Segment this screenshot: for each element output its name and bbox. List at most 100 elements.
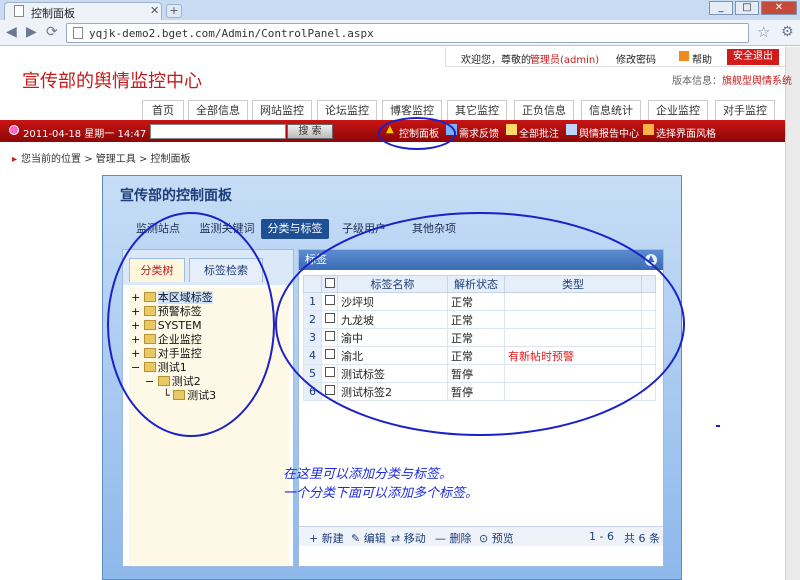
folder-icon [173,390,186,400]
tree-branch-icon: └ [163,389,170,402]
row-checkbox[interactable] [325,331,335,341]
reload-icon[interactable]: ⟳ [46,24,58,40]
tab-monitor-keywords[interactable]: 监测关键词 [196,219,258,239]
new-button[interactable]: + 新建 [309,530,344,546]
nav-pos-neg-info[interactable]: 正负信息 [514,100,574,120]
tree-node[interactable]: + 对手监控 [131,347,202,361]
forward-icon[interactable]: ▶ [26,24,37,40]
move-button[interactable]: ⇄ 移动 [391,530,426,546]
row-number: 6 [303,382,322,401]
row-checkbox[interactable] [325,349,335,359]
type-cell [504,364,642,383]
search-button[interactable]: 搜 索 [287,124,333,139]
page-icon [73,27,83,39]
minimize-button[interactable]: _ [709,1,733,15]
edit-button[interactable]: ✎ 编辑 [351,530,386,546]
close-window-button[interactable]: ✕ [761,1,797,15]
maximize-button[interactable]: □ [735,1,759,15]
nav-statistics[interactable]: 信息统计 [581,100,641,120]
row-checkbox[interactable] [325,313,335,323]
feedback-link[interactable]: 需求反馈 [459,125,499,140]
username[interactable]: 管理员(admin) [530,51,599,66]
current-date: 2011-04-18 星期一 14:47 [23,129,147,140]
row-number: 3 [303,328,322,347]
collapse-icon[interactable]: ▲ [645,254,657,266]
row-checkbox[interactable] [325,295,335,305]
search-input[interactable] [150,124,286,139]
tab-monitor-sites[interactable]: 监测站点 [130,219,186,239]
tab-tag-search[interactable]: 标签检索 [189,258,263,282]
tree-expander-icon[interactable]: + [131,305,140,318]
tree-node[interactable]: └ 测试3 [163,389,216,403]
nav-rival-monitor[interactable]: 对手监控 [715,100,775,120]
change-password-link[interactable]: 修改密码 [616,51,656,66]
help-link[interactable]: 帮助 [692,51,712,66]
preview-button[interactable]: ⊙ 预览 [479,530,514,546]
tree-expander-icon[interactable]: + [131,291,140,304]
row-number-header [303,275,322,293]
row-checkbox[interactable] [325,385,335,395]
annotation-line: 一个分类下面可以添加多个标签。 [283,486,479,501]
warning-icon: ▲ [386,124,394,135]
tree-expander-icon[interactable]: + [131,347,140,360]
column-filler [641,275,656,293]
wrench-icon[interactable]: ⚙ [781,24,794,40]
table-row[interactable]: 4 渝北 正常 有新帖时预警 [303,346,656,365]
report-center-link[interactable]: 舆情报告中心 [579,125,639,140]
table-row[interactable]: 3 渝中 正常 [303,328,656,347]
tab-categories-tags[interactable]: 分类与标签 [261,219,329,239]
tab-category-tree[interactable]: 分类树 [129,258,185,282]
table-row[interactable]: 1 沙坪坝 正常 [303,292,656,311]
all-annotations-link[interactable]: 全部批注 [519,125,559,140]
control-panel-link[interactable]: 控制面板 [399,125,439,140]
bookmark-star-icon[interactable]: ☆ [757,23,770,41]
table-row[interactable]: 2 九龙坡 正常 [303,310,656,329]
column-tag-name[interactable]: 标签名称 [337,275,448,293]
tree-expander-icon[interactable]: − [131,361,140,374]
nav-home[interactable]: 首页 [142,100,184,120]
logout-button[interactable]: 安全退出 [727,49,779,65]
tree-node[interactable]: + SYSTEM [131,319,202,333]
nav-forum-monitor[interactable]: 论坛监控 [317,100,377,120]
tree-expander-icon[interactable]: − [145,375,154,388]
tag-name-cell: 九龙坡 [337,310,448,329]
row-checkbox[interactable] [325,367,335,377]
tree-expander-icon[interactable]: + [131,319,140,332]
tab-sub-users[interactable]: 子级用户 [339,219,389,239]
filler-cell [641,292,656,311]
nav-site-monitor[interactable]: 网站监控 [252,100,312,120]
browser-tab[interactable]: 控制面板 ✕ [4,2,162,20]
tree-expander-icon[interactable]: + [131,333,140,346]
tree-node[interactable]: − 测试1 [131,361,187,375]
tab-misc[interactable]: 其他杂项 [409,219,459,239]
tree-node[interactable]: + 预警标签 [131,305,202,319]
new-tab-button[interactable]: + [166,4,182,18]
tab-title: 控制面板 [31,7,75,20]
tree-node[interactable]: − 测试2 [145,375,201,389]
tree-node[interactable]: + 企业监控 [131,333,202,347]
tab-close-icon[interactable]: ✕ [150,4,159,17]
select-all-checkbox[interactable] [324,277,335,288]
tree-node[interactable]: + 本区域标签 [131,291,213,305]
row-checkbox-cell [321,292,338,311]
choose-theme-link[interactable]: 选择界面风格 [656,125,716,140]
row-checkbox-cell [321,328,338,347]
nav-blog-monitor[interactable]: 博客监控 [382,100,442,120]
nav-all-info[interactable]: 全部信息 [188,100,248,120]
column-status[interactable]: 解析状态 [447,275,505,293]
tag-table: 标签名称 解析状态 类型 1 沙坪坝 正常 2 九龙坡 正常 3 渝中 正常 4… [303,275,656,401]
status-cell: 正常 [447,328,505,347]
address-bar[interactable]: yqjk-demo2.bget.com/Admin/ControlPanel.a… [66,23,749,43]
tag-panel-title: 标签 [305,253,327,266]
annotation-mark [716,425,720,427]
column-type[interactable]: 类型 [504,275,642,293]
type-cell [504,292,642,311]
vertical-scrollbar[interactable] [785,47,800,580]
status-cell: 正常 [447,292,505,311]
table-row[interactable]: 5 测试标签 暂停 [303,364,656,383]
delete-button[interactable]: — 删除 [435,530,472,546]
nav-other-monitor[interactable]: 其它监控 [447,100,507,120]
table-row[interactable]: 6 测试标签2 暂停 [303,382,656,401]
nav-enterprise-monitor[interactable]: 企业监控 [648,100,708,120]
back-icon[interactable]: ◀ [6,24,17,40]
